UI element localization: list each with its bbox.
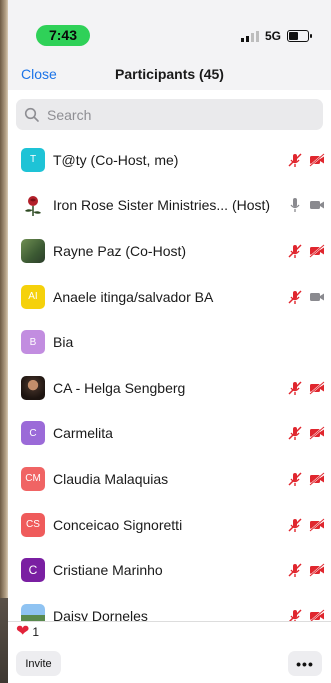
status-time[interactable]: 7:43 <box>36 25 90 46</box>
avatar: C <box>21 558 45 583</box>
participant-name: Cristiane Marinho <box>53 562 163 579</box>
mic-muted-icon <box>288 153 302 167</box>
divider <box>8 621 331 622</box>
video-icon <box>310 201 324 210</box>
participant-status <box>287 152 325 168</box>
search-bar[interactable] <box>16 99 323 130</box>
mic-muted-icon <box>288 472 302 486</box>
avatar: AI <box>21 284 45 309</box>
mic-icon <box>290 198 300 213</box>
participant-row[interactable]: T T@ty (Co-Host, me) <box>8 137 331 183</box>
video-off-icon <box>309 381 325 395</box>
participant-status <box>287 471 325 487</box>
search-icon <box>24 107 39 122</box>
participant-name: Daisy Dorneles <box>53 607 148 621</box>
participant-list: T T@ty (Co-Host, me) Iron Rose Sister Mi… <box>8 137 331 621</box>
mic-muted-icon <box>288 381 302 395</box>
participants-screen: 7:43 5G Close Participants (45) T T@ty (… <box>8 0 331 683</box>
avatar: CM <box>21 466 45 491</box>
photo-avatar <box>21 375 45 400</box>
video-off-icon <box>309 472 325 486</box>
participant-status <box>287 289 325 305</box>
reaction-count: 1 <box>32 625 40 639</box>
participant-status <box>287 380 325 396</box>
participant-name: Anaele itinga/salvador BA <box>53 288 214 305</box>
mic-muted-icon <box>288 244 302 258</box>
rose-avatar <box>21 193 45 218</box>
more-options-button[interactable]: ••• <box>288 651 322 676</box>
video-off-icon <box>309 153 325 167</box>
battery-icon <box>287 30 312 42</box>
search-input[interactable] <box>45 105 299 124</box>
participant-name: T@ty (Co-Host, me) <box>53 151 179 168</box>
video-icon <box>310 292 324 301</box>
reaction-indicator: ❤ 1 <box>16 624 39 640</box>
participant-row[interactable]: C Cristiane Marinho <box>8 547 331 593</box>
video-off-icon <box>309 563 325 577</box>
video-off-icon <box>309 426 325 441</box>
participant-name: Claudia Malaquias <box>53 470 169 487</box>
avatar: C <box>21 421 45 446</box>
participant-row[interactable]: Iron Rose Sister Ministries... (Host) <box>8 183 331 229</box>
page-title: Participants (45) <box>115 66 224 82</box>
participant-row[interactable]: CA - Helga Sengberg <box>8 365 331 411</box>
participant-status <box>287 562 325 578</box>
participant-row[interactable]: CM Claudia Malaquias <box>8 456 331 502</box>
mic-muted-icon <box>288 290 302 304</box>
participant-status <box>287 517 325 533</box>
background-strip <box>0 598 8 683</box>
network-label: 5G <box>264 29 281 43</box>
participant-row[interactable]: CS Conceicao Signoretti <box>8 502 331 548</box>
mic-muted-icon <box>288 563 302 578</box>
participant-name: Bia <box>53 334 74 351</box>
participant-name: Iron Rose Sister Ministries... (Host) <box>53 197 271 214</box>
avatar: B <box>21 330 45 355</box>
avatar: CS <box>21 512 45 537</box>
header: Close Participants (45) <box>8 46 331 90</box>
photo-avatar <box>21 603 45 621</box>
video-off-icon <box>309 244 325 258</box>
participant-name: Rayne Paz (Co-Host) <box>53 242 187 259</box>
participant-name: CA - Helga Sengberg <box>53 379 186 396</box>
mic-muted-icon <box>288 518 302 532</box>
status-indicators: 5G <box>240 29 312 43</box>
participant-status <box>287 608 325 621</box>
video-off-icon <box>309 608 325 621</box>
participant-row[interactable]: AI Anaele itinga/salvador BA <box>8 274 331 320</box>
signal-icon <box>240 30 259 42</box>
heart-icon: ❤ <box>16 623 30 640</box>
video-off-icon <box>309 517 325 532</box>
photo-avatar <box>21 238 45 263</box>
participant-row[interactable]: Rayne Paz (Co-Host) <box>8 228 331 274</box>
participant-row[interactable]: B Bia <box>8 319 331 365</box>
participant-status <box>287 243 325 259</box>
participant-status <box>287 425 325 441</box>
participant-row[interactable]: Daisy Dorneles <box>8 593 331 621</box>
mic-muted-icon <box>288 426 302 441</box>
participant-status <box>287 197 325 213</box>
participant-row[interactable]: C Carmelita <box>8 411 331 457</box>
participant-name: Carmelita <box>53 425 113 442</box>
invite-button[interactable]: Invite <box>16 651 61 676</box>
mic-muted-icon <box>288 609 302 621</box>
avatar: T <box>21 147 45 172</box>
status-bar: 7:43 5G <box>8 0 331 46</box>
participant-name: Conceicao Signoretti <box>53 516 183 533</box>
